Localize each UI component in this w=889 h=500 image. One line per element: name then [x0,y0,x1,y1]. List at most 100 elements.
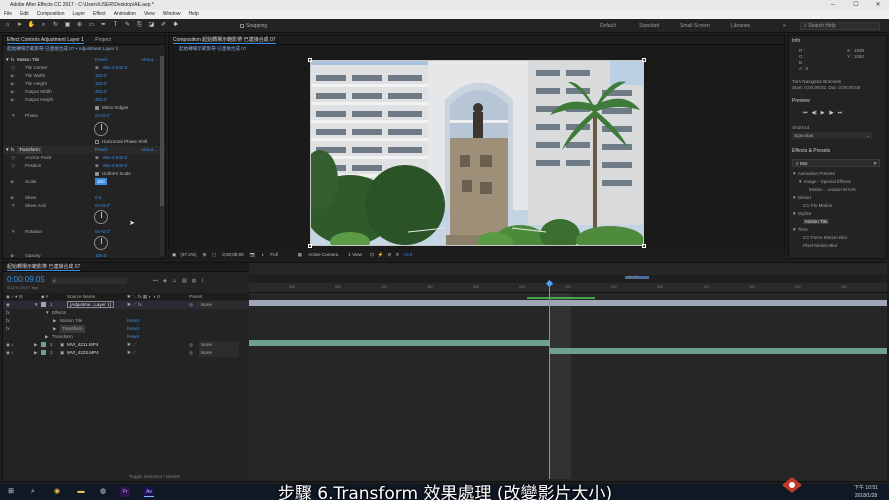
fast-previews-icon[interactable]: ⚡ [378,252,384,258]
last-frame-icon[interactable]: ⏭ [838,110,843,116]
playhead-line[interactable] [549,285,550,479]
parent-dropdown[interactable]: None [199,341,239,349]
preset-item[interactable]: CC Flo Motion [803,203,832,208]
transform-effect-reset[interactable]: Reset [127,325,139,333]
menu-file[interactable]: File [4,10,12,19]
composition-viewer[interactable] [310,60,644,246]
camera-tool-icon[interactable]: ▣ [63,21,72,30]
toggle-switches-modes[interactable]: Toggle Switches / Modes [129,474,180,479]
transform-about[interactable]: About... [141,146,157,154]
preview-panel-title[interactable]: Preview [792,98,810,104]
preset-item-selected[interactable]: Motion Tile [803,219,830,224]
layer-bar-adjustment[interactable] [249,300,887,306]
current-time-display[interactable]: 0:00:09:05 [7,275,45,284]
menu-edit[interactable]: Edit [20,10,29,19]
preset-item[interactable]: CC Force Motion Blur [803,235,847,240]
crosshair-icon[interactable]: ⊕ [95,162,99,170]
phase-value[interactable]: 0x+0.0° [95,112,111,120]
expand-icon[interactable]: ▶ [11,88,15,96]
expand-icon[interactable]: ▼ [11,202,16,210]
info-panel-title[interactable]: Info [792,38,800,44]
output-height-value[interactable]: 400.0 [95,96,107,104]
expand-icon[interactable]: ▼ [11,228,16,236]
work-area-bar[interactable]: 10:00f [249,274,887,283]
layer-name[interactable]: [Adjustme...Layer 1] [67,301,114,308]
motion-tile-reset[interactable]: Reset [95,56,107,64]
layer-row[interactable]: ◉ ▼ 1 [Adjustme...Layer 1] ✱ ／ fx ◎ None [3,301,249,309]
zoom-dropdown[interactable]: (37.4%) [180,252,196,257]
pixel-aspect-icon[interactable]: ⊡ [370,252,374,258]
rotate-tool-icon[interactable]: ↻ [51,21,60,30]
effect-controls-scrollbar[interactable] [160,56,164,256]
horizontal-phase-shift-checkbox[interactable] [95,138,101,146]
menu-effect[interactable]: Effect [93,10,106,19]
brush-tool-icon[interactable]: ✎ [123,21,132,30]
view-layout-dropdown[interactable]: 1 View [348,252,362,257]
preset-item[interactable]: ▼ Image - Special Effects [798,179,851,184]
timeline-search-input[interactable]: ρ· [51,277,127,284]
mask-icon[interactable]: ◻ [212,252,216,258]
layer-name[interactable]: MVI_4223.MP4 [67,349,99,357]
transform-handle[interactable] [308,244,312,248]
time-ruler[interactable]: 04f 08f 12f 16f 20f 24f 09f 04f 08f 12f 16f 20f 24f [249,283,887,293]
expand-icon[interactable]: ▶ [53,325,57,333]
composition-breadcrumb[interactable]: 起始轉場示範影帶 已連接合成 07 [169,45,784,53]
timeline-tracks[interactable]: 10:00f 04f 08f 12f 16f 20f 24f 09f 04f 08f 12f 16f… [249,263,887,481]
first-frame-icon[interactable]: ⏮ [803,110,808,116]
layer-bar-video[interactable] [249,340,549,346]
mirror-edges-row[interactable]: Mirror Edges [3,104,165,112]
label-color-swatch[interactable] [41,342,46,347]
transform-handle[interactable] [308,58,312,62]
layer-row[interactable]: ◉ ♪ ▶ 2 ▣ MVI_4211.MP4 ✱ ／ ◎ None [3,341,249,349]
menu-help[interactable]: Help [188,10,198,19]
grid-icon[interactable]: ⊞ [202,252,206,258]
transform-header[interactable]: ▼ fx Transform Reset About... [3,146,165,154]
obs-icon[interactable]: ◍ [98,487,108,497]
effects-search-input[interactable]: ⌕ Mot ✕ [792,159,880,167]
parent-dropdown[interactable]: None [199,349,239,357]
visibility-icon[interactable]: ◉ ♪ [6,349,14,357]
close-button[interactable]: ✕ [867,0,889,10]
stopwatch-icon[interactable]: ▶ [11,72,15,80]
prev-frame-icon[interactable]: ◀| [812,110,817,116]
transform-effect-row[interactable]: fx ▶ Transform Reset [3,325,249,333]
type-tool-icon[interactable]: T [111,21,120,30]
parent-dropdown[interactable]: None [199,301,239,309]
layer-name[interactable]: MVI_4211.MP4 [67,341,98,349]
windows-start-icon[interactable]: ⊞ [6,487,16,497]
workspace-standard[interactable]: Standard [639,23,659,29]
exposure-value[interactable]: +0.0 [403,252,412,257]
search-icon[interactable]: ⌕ [28,487,38,497]
snapshot-icon[interactable]: 📷 [250,252,256,258]
mirror-edges-checkbox[interactable] [95,104,101,112]
motion-tile-about[interactable]: About... [141,56,157,64]
preset-item[interactable]: ▼ Stylize [792,211,811,216]
stopwatch-icon[interactable]: ◷ [11,162,15,170]
pen-tool-icon[interactable]: ✒ [99,21,108,30]
source-name-column[interactable]: Source Name [67,293,95,300]
position-value[interactable]: 960.0,540.0 [103,162,127,170]
menu-animation[interactable]: Animation [114,10,136,19]
reset-exposure-icon[interactable]: ✲ [395,252,399,258]
expand-icon[interactable]: ▶ [11,252,15,260]
crosshair-icon[interactable]: ⊕ [95,154,99,162]
shy-icon[interactable]: ☺ [172,278,177,284]
expand-icon[interactable]: ▼ [11,112,16,120]
comp-flowchart-icon[interactable]: ⊷ [153,278,158,284]
shortcut-dropdown[interactable]: Spacebar ⌄ [792,132,872,139]
after-effects-icon[interactable]: Ae [144,487,154,497]
output-width-value[interactable]: 400.0 [95,88,107,96]
tab-composition[interactable]: Composition 起始轉場示範影帶 已連接合成 07 [173,37,276,44]
motion-tile-reset[interactable]: Reset [127,317,139,325]
expand-icon[interactable]: ▶ [11,80,15,88]
motion-blur-icon[interactable]: ◍ [192,278,196,284]
label-color-swatch[interactable] [41,302,46,307]
tile-height-value[interactable]: 100.0 [95,80,107,88]
transform-group-reset[interactable]: Reset [127,333,139,341]
layer-switches[interactable]: ✱ ／ fx [127,301,142,309]
home-icon[interactable]: ⌂ [3,21,12,30]
transform-group-row[interactable]: ▶ Transform Reset [3,333,249,341]
system-clock[interactable]: 下午 10:51 2018/1/28 [846,484,886,500]
preset-item[interactable]: ▼ Time [792,227,808,232]
parent-pickwhip-icon[interactable]: ◎ [189,301,193,309]
